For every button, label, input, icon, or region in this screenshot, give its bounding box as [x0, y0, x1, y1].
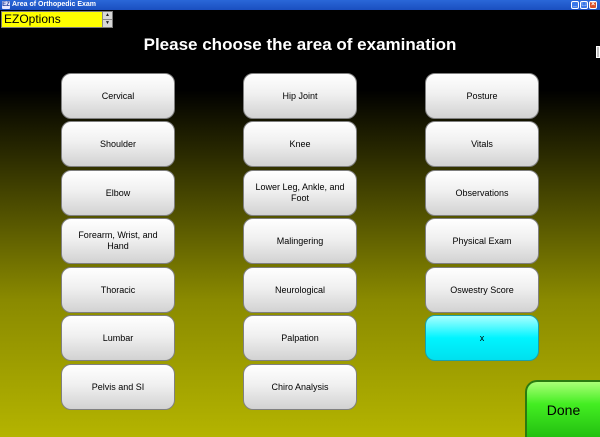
area-button-elbow[interactable]: Elbow — [61, 170, 175, 216]
ez-options-label: EZOptions — [4, 12, 61, 26]
ez-options-select[interactable]: EZOptions ▲ ▼ — [1, 11, 113, 28]
area-button-chiro-analysis[interactable]: Chiro Analysis — [243, 364, 357, 410]
minimize-button[interactable]: _ — [571, 1, 579, 9]
area-button-malingering[interactable]: Malingering — [243, 218, 357, 264]
app-window: EZ Area of Orthopedic Exam _ □ × EZOptio… — [0, 0, 600, 437]
area-button-pelvis-si[interactable]: Pelvis and SI — [61, 364, 175, 410]
area-button-thoracic[interactable]: Thoracic — [61, 267, 175, 313]
area-button-cervical[interactable]: Cervical — [61, 73, 175, 119]
area-button-observations[interactable]: Observations — [425, 170, 539, 216]
area-button-oswestry-score[interactable]: Oswestry Score — [425, 267, 539, 313]
area-button-knee[interactable]: Knee — [243, 121, 357, 167]
area-button-forearm-wrist-hand[interactable]: Forearm, Wrist, and Hand — [61, 218, 175, 264]
done-button[interactable]: Done — [525, 380, 600, 437]
area-button-posture[interactable]: Posture — [425, 73, 539, 119]
area-button-neurological[interactable]: Neurological — [243, 267, 357, 313]
close-button[interactable]: × — [589, 1, 597, 9]
page-heading: Please choose the area of examination — [143, 35, 457, 54]
spin-down-icon[interactable]: ▼ — [103, 20, 112, 27]
area-button-palpation[interactable]: Palpation — [243, 315, 357, 361]
area-button-vitals[interactable]: Vitals — [425, 121, 539, 167]
window-title: Area of Orthopedic Exam — [12, 1, 97, 8]
area-button-shoulder[interactable]: Shoulder — [61, 121, 175, 167]
area-button-lower-leg-ankle-foot[interactable]: Lower Leg, Ankle, and Foot — [243, 170, 357, 216]
area-button-x[interactable]: x — [425, 315, 539, 361]
maximize-button[interactable]: □ — [580, 1, 588, 9]
spin-up-icon[interactable]: ▲ — [103, 12, 112, 20]
area-button-lumbar[interactable]: Lumbar — [61, 315, 175, 361]
title-bar[interactable]: EZ Area of Orthopedic Exam _ □ × — [0, 0, 600, 10]
area-button-physical-exam[interactable]: Physical Exam — [425, 218, 539, 264]
ez-options-spinner[interactable]: ▲ ▼ — [102, 12, 112, 27]
area-button-hip-joint[interactable]: Hip Joint — [243, 73, 357, 119]
side-scroll-tab[interactable] — [596, 46, 600, 58]
app-icon: EZ — [2, 1, 10, 9]
